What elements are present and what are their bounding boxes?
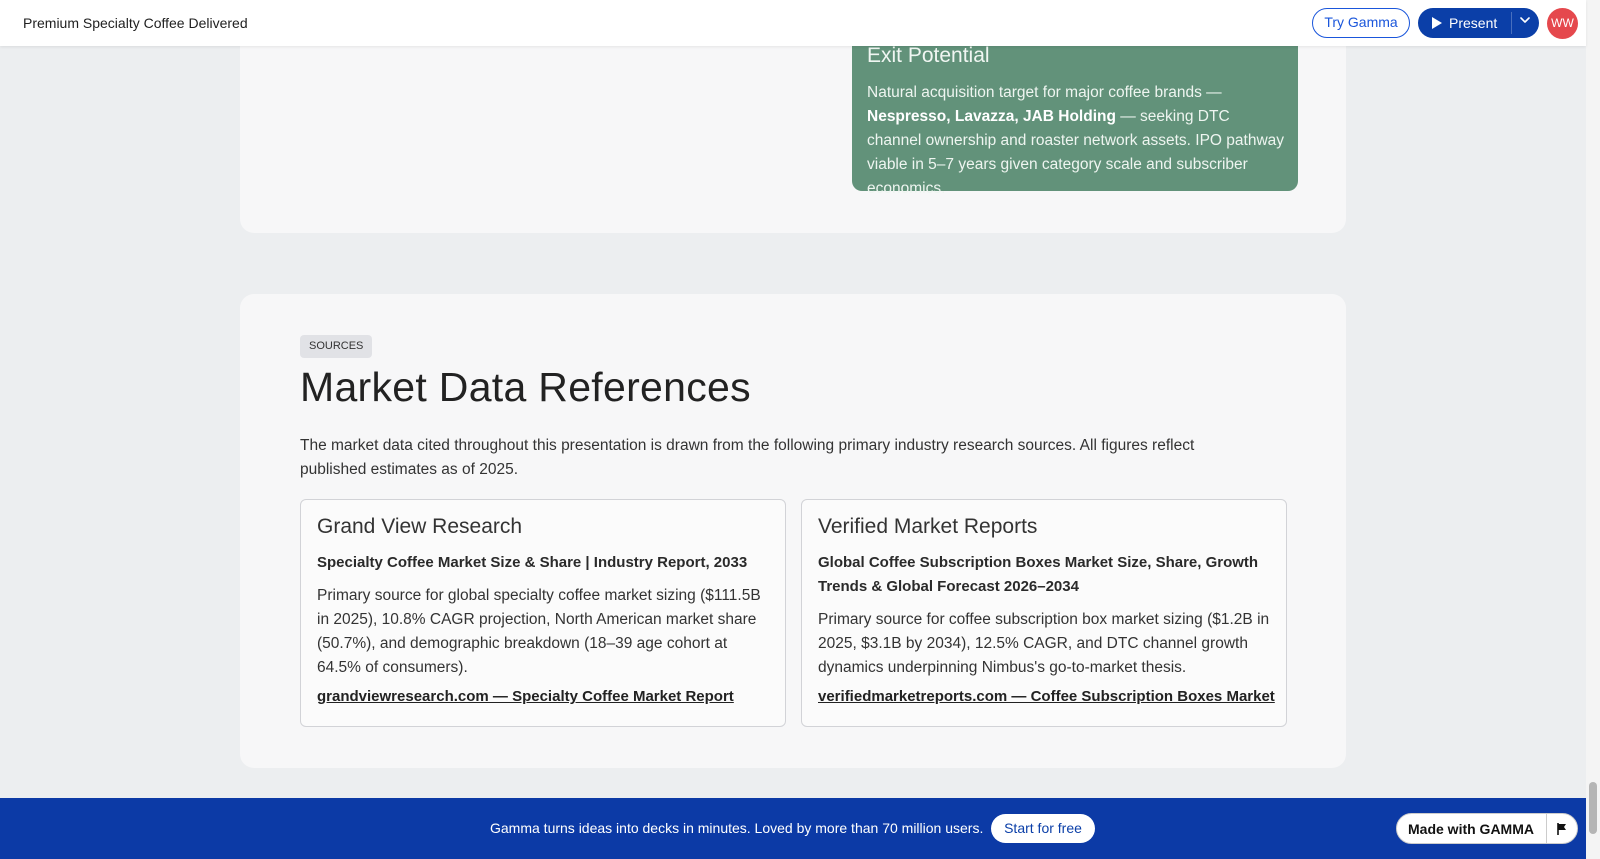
sources-card: SOURCES Market Data References The marke… xyxy=(240,294,1346,768)
play-icon xyxy=(1432,17,1442,29)
present-divider xyxy=(1511,12,1512,34)
reference-title: Grand View Research xyxy=(317,515,523,538)
page-scrollbar[interactable] xyxy=(1586,0,1600,859)
badge-divider xyxy=(1546,814,1547,843)
sources-tag: SOURCES xyxy=(300,335,373,358)
document-title: Premium Specialty Coffee Delivered xyxy=(23,15,248,31)
exit-potential-title: Exit Potential xyxy=(867,44,990,67)
start-for-free-button[interactable]: Start for free xyxy=(991,814,1095,843)
scrollbar-thumb[interactable] xyxy=(1589,782,1597,834)
present-button[interactable]: Present xyxy=(1418,8,1539,38)
exit-text-bold: Nespresso, Lavazza, JAB Holding xyxy=(867,108,1116,125)
sources-intro: The market data cited throughout this pr… xyxy=(300,437,1195,478)
reference-card-grand-view: Grand View Research Specialty Coffee Mar… xyxy=(300,499,786,727)
try-gamma-button[interactable]: Try Gamma xyxy=(1312,8,1410,38)
present-label: Present xyxy=(1449,15,1498,31)
reference-subtitle: Specialty Coffee Market Size & Share | I… xyxy=(317,554,748,571)
reference-title: Verified Market Reports xyxy=(818,515,1038,538)
reference-description: Primary source for coffee subscription b… xyxy=(818,611,1270,676)
flag-icon[interactable] xyxy=(1555,822,1569,836)
reference-card-verified-market: Verified Market Reports Global Coffee Su… xyxy=(801,499,1287,727)
reference-link[interactable]: verifiedmarketreports.com — Coffee Subsc… xyxy=(818,688,1275,705)
page-heading: Market Data References xyxy=(300,364,751,410)
exit-potential-text: Natural acquisition target for major cof… xyxy=(867,81,1287,201)
reference-description: Primary source for global specialty coff… xyxy=(317,587,761,676)
avatar[interactable]: WW xyxy=(1547,8,1578,39)
top-bar: Premium Specialty Coffee Delivered Try G… xyxy=(0,0,1586,46)
promo-text: Gamma turns ideas into decks in minutes.… xyxy=(490,820,984,836)
chevron-down-icon[interactable] xyxy=(1519,14,1531,26)
made-with-gamma-badge[interactable]: Made with GAMMA xyxy=(1396,813,1578,844)
promo-banner: Gamma turns ideas into decks in minutes.… xyxy=(0,798,1586,859)
exit-text-pre: Natural acquisition target for major cof… xyxy=(867,84,1222,101)
made-with-label: Made with GAMMA xyxy=(1408,821,1534,837)
reference-subtitle: Global Coffee Subscription Boxes Market … xyxy=(818,554,1259,595)
reference-link[interactable]: grandviewresearch.com — Specialty Coffee… xyxy=(317,688,734,705)
